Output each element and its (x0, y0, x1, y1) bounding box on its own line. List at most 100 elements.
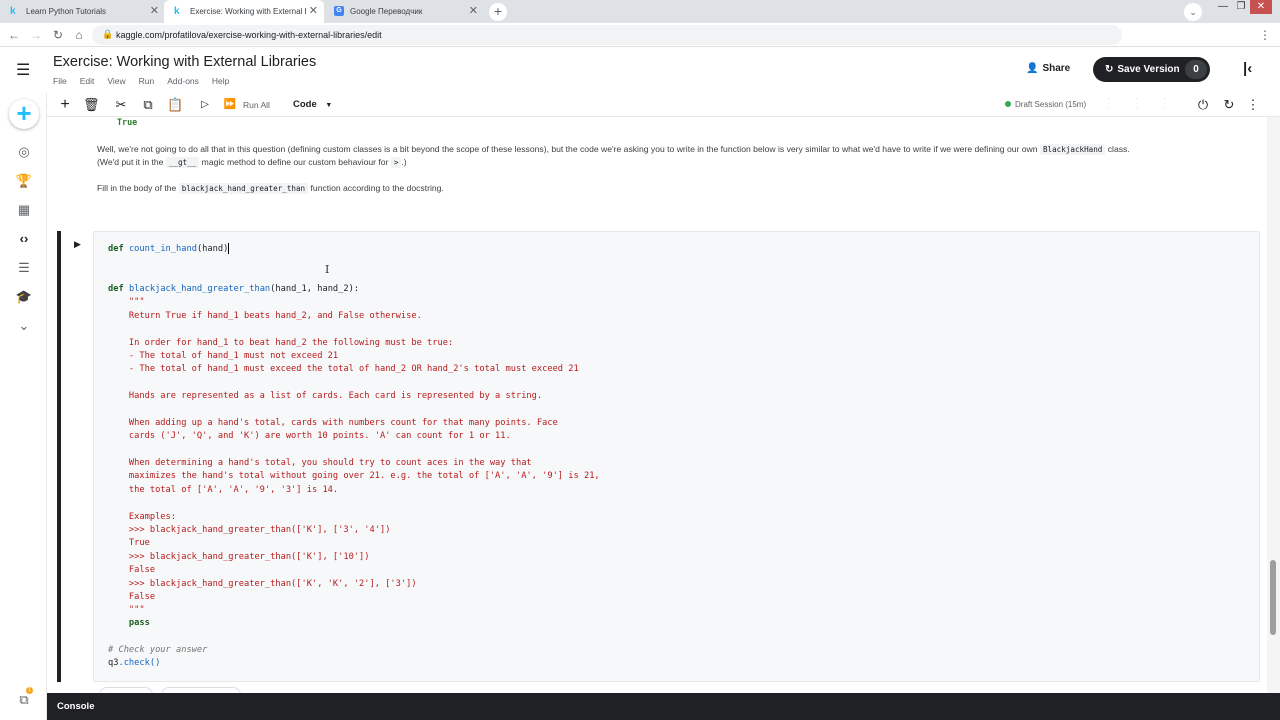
status-dot-icon (1005, 101, 1011, 107)
keyword: def (108, 244, 124, 254)
browser-tab-exercise[interactable]: k Exercise: Working with External Libra…… (164, 0, 324, 23)
code-icon[interactable]: ‹› (14, 230, 34, 248)
function-name: blackjack_hand_greater_than (128, 284, 271, 294)
menu-run[interactable]: Run (139, 76, 155, 86)
code-line[interactable]: def blackjack_hand_greater_than(hand_1, … (108, 283, 359, 296)
forward-arrow-icon[interactable]: → (28, 26, 44, 44)
trophy-icon[interactable]: 🏆 (14, 172, 34, 190)
hamburger-menu-icon[interactable]: ☰ (16, 60, 30, 80)
run-cell-icon[interactable]: ▷ (198, 95, 212, 115)
md-text: magic method to define our custom behavi… (199, 157, 391, 167)
notebook-title[interactable]: Exercise: Working with External Librarie… (53, 54, 316, 70)
markdown-paragraph: Fill in the body of the blackjack_hand_g… (97, 182, 444, 195)
notebook-content: True Well, we're not going to do all tha… (47, 117, 1267, 693)
save-version-label: Save Version (1117, 64, 1180, 75)
inline-code: blackjack_hand_greater_than (178, 183, 309, 194)
docstring-line (108, 377, 600, 390)
console-label: Console (57, 701, 95, 712)
docstring-line: False (108, 565, 156, 576)
notification-badge: 1 (26, 687, 33, 694)
reload-icon[interactable]: ↻ (50, 26, 66, 44)
docstring-line: >>> blackjack_hand_greater_than(['K', 'K… (108, 578, 417, 589)
maximize-icon[interactable]: ❐ (1232, 0, 1250, 14)
run-all-button[interactable]: Run All (243, 95, 270, 115)
window-controls: — ❐ ✕ (1214, 0, 1272, 14)
new-tab-button[interactable]: + (489, 3, 507, 21)
cell-type-select[interactable]: Code ▼ (293, 95, 332, 115)
code-identifier: q3 (108, 658, 119, 669)
tab-title: Google Переводчик (350, 7, 423, 16)
left-sidebar: + ◎ 🏆 ▦ ‹› ☰ 🎓 ⌄ ⧉ 1 (0, 93, 47, 720)
tab-title: Exercise: Working with External Libra… (190, 7, 306, 16)
menu-edit[interactable]: Edit (80, 76, 95, 86)
menu-bar: File Edit View Run Add-ons Help (53, 76, 242, 86)
copy-pages-icon[interactable]: ⧉ (14, 691, 34, 709)
scrollbar-thumb[interactable] (1270, 560, 1276, 635)
paste-icon[interactable]: 📋 (167, 95, 183, 115)
docstring-line: - The total of hand_1 must not exceed 21 (108, 350, 339, 361)
compass-icon[interactable]: ◎ (14, 143, 34, 161)
copy-icon[interactable]: ⧉ (140, 95, 156, 115)
collapse-panel-icon[interactable]: |‹ (1243, 60, 1252, 77)
url-text: kaggle.com/profatilova/exercise-working-… (116, 30, 382, 40)
table-icon[interactable]: ▦ (14, 201, 34, 219)
run-cell-play-icon[interactable]: ▶ (74, 239, 81, 250)
code-line[interactable]: pass (108, 617, 150, 630)
add-cell-icon[interactable]: + (57, 95, 73, 115)
home-icon[interactable]: ⌂ (71, 26, 87, 44)
window-close-icon[interactable]: ✕ (1250, 0, 1272, 14)
delete-cell-icon[interactable]: 🗑 (83, 95, 100, 115)
cut-icon[interactable]: ✂ (113, 95, 129, 115)
menu-file[interactable]: File (53, 76, 67, 86)
more-options-icon[interactable]: ⋮ (1245, 95, 1261, 115)
minimize-icon[interactable]: — (1214, 0, 1232, 14)
md-text: .) (401, 157, 407, 167)
school-icon[interactable]: 🎓 (14, 288, 34, 306)
back-arrow-icon[interactable]: ← (6, 26, 22, 44)
menu-add-ons[interactable]: Add-ons (167, 76, 199, 86)
function-call: .check() (118, 658, 161, 669)
browser-tab-learn-python[interactable]: k Learn Python Tutorials ✕ (0, 0, 165, 23)
save-version-icon: ↻ (1105, 64, 1114, 75)
md-text: Well, we're not going to do all that in … (97, 144, 1040, 154)
menu-help[interactable]: Help (212, 76, 229, 86)
code-args: (hand) (196, 244, 229, 254)
menu-view[interactable]: View (107, 76, 125, 86)
code-line[interactable]: def count_in_hand(hand) (108, 243, 230, 256)
docstring-line: the total of ['A', 'A', '9', '3'] is 14. (108, 484, 339, 495)
save-version-button[interactable]: ↻ Save Version 0 (1093, 57, 1210, 82)
lock-icon: 🔒 (102, 29, 114, 39)
active-cell-indicator (57, 231, 61, 682)
comments-icon[interactable]: ☰ (14, 259, 34, 277)
docstring-line (108, 323, 600, 336)
close-icon[interactable]: ✕ (309, 0, 318, 23)
close-icon[interactable]: ✕ (150, 0, 159, 23)
create-button[interactable]: + (9, 99, 39, 129)
session-status[interactable]: Draft Session (15m) (1005, 93, 1086, 117)
md-text: Fill in the body of the (97, 183, 179, 193)
markdown-paragraph: Well, we're not going to do all that in … (97, 143, 1247, 169)
close-icon[interactable]: ✕ (469, 0, 478, 23)
chevron-down-icon[interactable]: ⌄ (14, 317, 34, 335)
function-name: count_in_hand (128, 244, 197, 254)
mouse-ibeam-cursor: I (325, 263, 330, 276)
docstring-line: >>> blackjack_hand_greater_than(['K'], [… (108, 551, 370, 562)
console-panel[interactable]: Console (47, 693, 1280, 720)
docstring-line (108, 497, 600, 510)
vertical-scrollbar[interactable] (1267, 117, 1280, 693)
power-icon[interactable]: ⏻ (1195, 95, 1211, 115)
docstring-line: cards ('J', 'Q', and 'K') are worth 10 p… (108, 431, 511, 442)
md-text: (We'd put it in the (97, 157, 166, 167)
code-comment[interactable]: # Check your answer (108, 644, 207, 657)
tab-title: Learn Python Tutorials (26, 7, 107, 16)
share-button[interactable]: 👤 Share (1026, 63, 1070, 74)
code-line[interactable]: q3.check() (108, 657, 160, 670)
browser-tab-google-translate[interactable]: G Google Переводчик ✕ (324, 0, 484, 23)
kaggle-favicon-icon: k (10, 6, 16, 17)
browser-menu-icon[interactable]: ⋮ (1257, 26, 1273, 44)
url-field[interactable]: 🔒 kaggle.com/profatilova/exercise-workin… (92, 25, 1122, 45)
restart-icon[interactable]: ↻ (1221, 95, 1237, 115)
run-all-icon[interactable]: ⏩ (222, 95, 238, 115)
tab-search-chevron-icon[interactable]: ⌄ (1184, 3, 1202, 21)
docstring-block[interactable]: """ Return True if hand_1 beats hand_2, … (108, 296, 600, 617)
